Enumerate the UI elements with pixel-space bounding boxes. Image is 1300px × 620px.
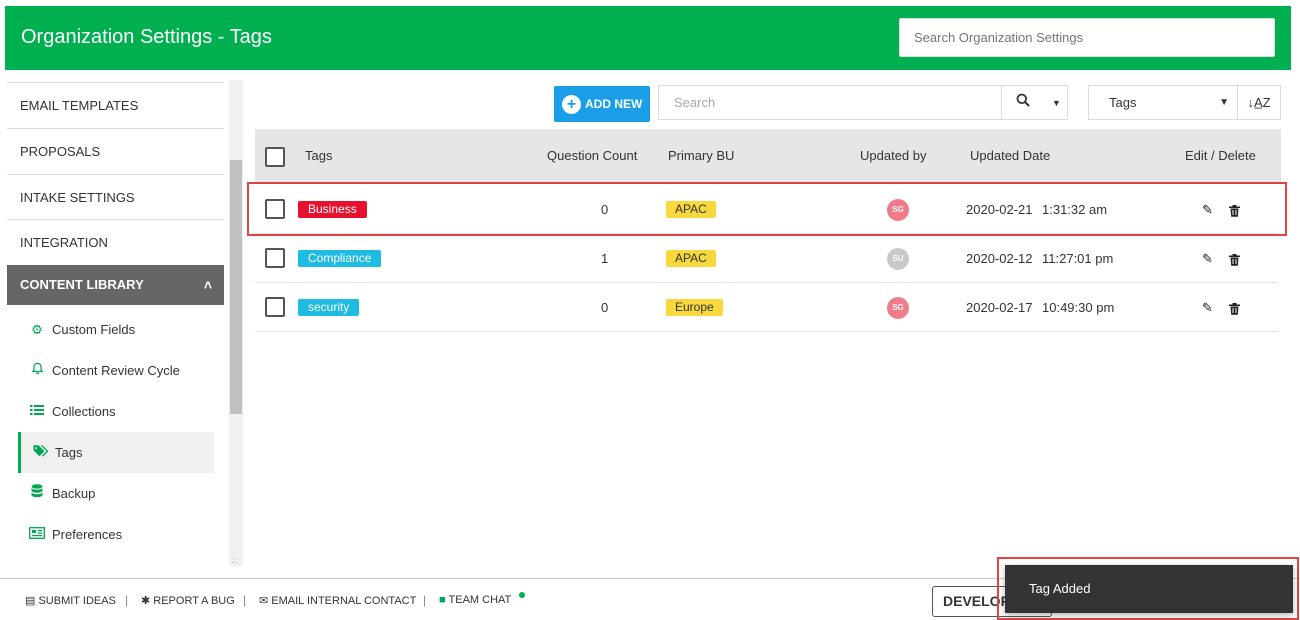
footer-link-label: EMAIL INTERNAL CONTACT [271, 595, 417, 607]
column-header-updated-by[interactable]: Updated by [860, 129, 927, 182]
column-header-edit-delete: Edit / Delete [1185, 148, 1256, 163]
trash-icon[interactable] [1229, 234, 1240, 283]
footer-link-label: REPORT A BUG [153, 595, 235, 607]
tag-badge[interactable]: Business [298, 201, 367, 218]
updated-date: 2020-02-17 [966, 300, 1033, 315]
newspaper-icon [28, 514, 46, 555]
tag-badge[interactable]: security [298, 299, 360, 316]
email-contact-link[interactable]: ✉ EMAIL INTERNAL CONTACT [259, 594, 416, 607]
search-button[interactable]: ▼ [1002, 85, 1068, 120]
sidebar-item-integration[interactable]: INTEGRATION [7, 219, 224, 264]
updated-date: 2020-02-21 [966, 202, 1033, 217]
updated-time: 11:27:01 pm [1042, 251, 1114, 266]
sort-alpha-icon: ↓A̲Z [1247, 95, 1271, 110]
footer-separator: | [125, 593, 129, 607]
edit-icon[interactable]: ✎ [1202, 234, 1213, 283]
footer-separator: | [423, 593, 427, 607]
sidebar-item-backup[interactable]: Backup [18, 473, 214, 514]
submit-ideas-link[interactable]: ▤ SUBMIT IDEAS [25, 594, 116, 607]
sidebar-section-content-library[interactable]: CONTENT LIBRARY ˄ [7, 265, 224, 305]
chat-icon: ■ [439, 594, 446, 606]
column-header-primary-bu[interactable]: Primary BU [668, 129, 734, 182]
tags-icon [31, 432, 49, 473]
updated-date: 2020-02-12 [966, 251, 1033, 266]
tag-badge[interactable]: Compliance [298, 250, 382, 267]
page-title: Organization Settings - Tags [21, 26, 272, 48]
updated-time: 10:49:30 pm [1042, 300, 1115, 315]
avatar: SU [887, 248, 909, 270]
sidebar-item-content-review-cycle[interactable]: Content Review Cycle [18, 350, 214, 391]
primary-bu-badge: APAC [666, 201, 716, 218]
filter-select-value: Tags [1109, 95, 1137, 110]
table-row: Compliance 1 APAC SU 2020-02-12 11:27:01… [255, 234, 1278, 283]
sidebar-scrollbar-thumb[interactable] [230, 160, 242, 414]
sidebar-item-intake-settings[interactable]: INTAKE SETTINGS [7, 174, 224, 219]
row-checkbox[interactable] [265, 199, 285, 219]
report-bug-link[interactable]: ✱ REPORT A BUG [141, 594, 235, 607]
avatar: SG [887, 297, 909, 319]
caret-down-icon: ▼ [1219, 97, 1229, 108]
trash-icon[interactable] [1229, 283, 1240, 332]
filter-select[interactable]: Tags ▼ [1088, 85, 1238, 120]
sidebar-item-label: Backup [52, 486, 96, 501]
primary-bu-badge: Europe [666, 299, 723, 316]
app-header: Organization Settings - Tags [5, 6, 1291, 70]
footer-separator: | [243, 593, 247, 607]
edit-icon[interactable]: ✎ [1202, 185, 1213, 234]
sidebar-item-tags[interactable]: Tags [18, 432, 214, 473]
sidebar-item-label: Collections [52, 404, 116, 419]
column-header-tags[interactable]: Tags [305, 129, 332, 182]
sidebar-item-email-templates[interactable]: EMAIL TEMPLATES [7, 82, 224, 127]
online-status-dot [519, 592, 525, 598]
table-header: Tags Question Count Primary BU Updated b… [255, 129, 1281, 182]
comment-icon: ▤ [25, 595, 36, 607]
sidebar-item-custom-fields[interactable]: ⚙ Custom Fields [18, 309, 214, 350]
column-header-updated-date[interactable]: Updated Date [970, 129, 1050, 182]
row-checkbox[interactable] [265, 248, 285, 268]
question-count: 1 [601, 251, 609, 266]
toast-notification: Tag Added [1005, 565, 1293, 613]
database-icon [28, 473, 46, 514]
plus-icon: + [562, 95, 581, 115]
tags-search-input[interactable] [658, 85, 1002, 120]
team-chat-link[interactable]: ■ TEAM CHAT [439, 594, 511, 606]
sidebar-item-label: Preferences [52, 527, 123, 542]
sidebar-item-label: Content Review Cycle [52, 363, 180, 378]
envelope-icon: ✉ [259, 595, 269, 607]
table-row: security 0 Europe SG 2020-02-17 10:49:30… [255, 283, 1278, 332]
bell-icon [28, 350, 46, 391]
row-checkbox[interactable] [265, 297, 285, 317]
sidebar-item-preferences[interactable]: Preferences [18, 514, 214, 555]
org-settings-search-input[interactable] [899, 18, 1275, 57]
search-icon [1016, 93, 1030, 111]
add-new-label: ADD NEW [585, 97, 643, 111]
footer-link-label: TEAM CHAT [448, 594, 512, 606]
primary-bu-badge: APAC [666, 250, 716, 267]
question-count: 0 [601, 202, 609, 217]
question-count: 0 [601, 300, 609, 315]
trash-icon[interactable] [1229, 185, 1240, 234]
edit-icon[interactable]: ✎ [1202, 283, 1213, 332]
footer-link-label: SUBMIT IDEAS [38, 595, 116, 607]
section-label: CONTENT LIBRARY [20, 277, 144, 292]
sidebar-item-label: Custom Fields [52, 322, 136, 337]
list-icon [28, 391, 46, 432]
add-new-button[interactable]: + ADD NEW [554, 86, 650, 122]
sidebar-item-proposals[interactable]: PROPOSALS [7, 128, 224, 173]
table-row: Business 0 APAC SG 2020-02-21 1:31:32 am… [255, 185, 1278, 234]
column-header-question-count[interactable]: Question Count [547, 129, 637, 182]
updated-time: 1:31:32 am [1042, 202, 1108, 217]
gear-icon: ⚙ [31, 322, 43, 337]
resize-handle-icon[interactable]: ∷ [232, 556, 238, 567]
bug-icon: ✱ [141, 595, 151, 607]
select-all-checkbox[interactable] [265, 147, 285, 167]
avatar: SG [887, 199, 909, 221]
sort-button[interactable]: ↓A̲Z [1238, 85, 1281, 120]
sidebar-item-label: Tags [55, 445, 83, 460]
settings-sidebar: EMAIL TEMPLATES PROPOSALS INTAKE SETTING… [7, 82, 224, 558]
sidebar-item-collections[interactable]: Collections [18, 391, 214, 432]
chevron-up-icon[interactable]: ˄ [204, 265, 212, 305]
caret-down-icon[interactable]: ▼ [1052, 98, 1061, 108]
